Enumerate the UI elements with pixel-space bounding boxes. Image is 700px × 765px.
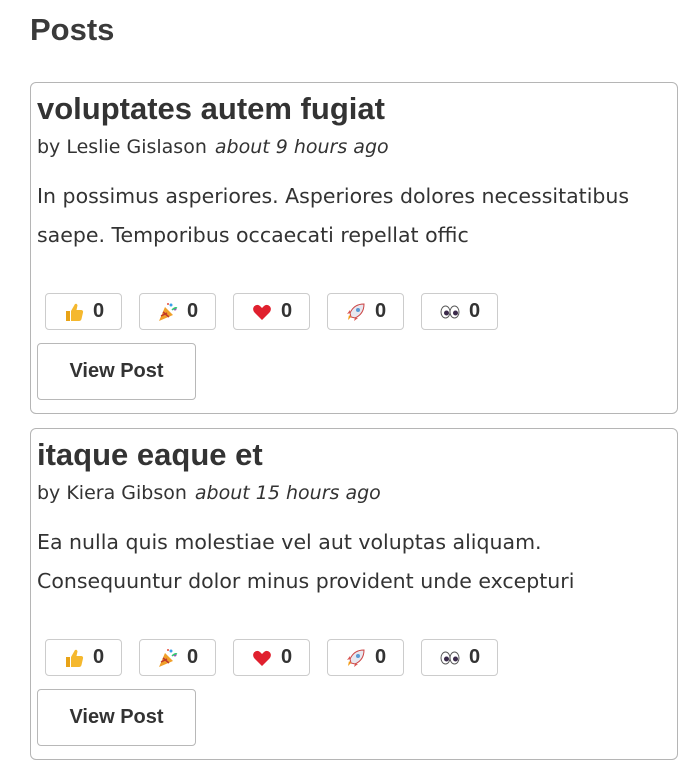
rocket-icon bbox=[345, 647, 367, 669]
post-author: by Kiera Gibson bbox=[37, 482, 187, 504]
heart-icon bbox=[251, 647, 273, 669]
reaction-count: 0 bbox=[468, 646, 481, 668]
reaction-heart-button[interactable]: 0 bbox=[233, 293, 310, 330]
reaction-count: 0 bbox=[280, 646, 293, 668]
reaction-eyes-button[interactable]: 0 bbox=[421, 293, 498, 330]
reaction-party-button[interactable]: 0 bbox=[139, 639, 216, 676]
thumbs-up-icon bbox=[63, 647, 85, 669]
view-post-button[interactable]: View Post bbox=[37, 689, 196, 746]
party-popper-icon bbox=[157, 301, 179, 323]
reaction-count: 0 bbox=[186, 300, 199, 322]
post-meta: by Kiera Gibson about 15 hours ago bbox=[37, 479, 381, 507]
reaction-count: 0 bbox=[374, 646, 387, 668]
thumbs-up-icon bbox=[63, 301, 85, 323]
reaction-count: 0 bbox=[92, 646, 105, 668]
heart-icon bbox=[251, 301, 273, 323]
reaction-thumbs-up-button[interactable]: 0 bbox=[45, 293, 122, 330]
view-post-button[interactable]: View Post bbox=[37, 343, 196, 400]
post-card: itaque eaque et by Kiera Gibson about 15 … bbox=[30, 428, 678, 760]
post-excerpt: In possimus asperiores. Asperiores dolor… bbox=[37, 184, 630, 247]
eyes-icon bbox=[439, 647, 461, 669]
post-card: voluptates autem fugiat by Leslie Gislas… bbox=[30, 82, 678, 414]
reaction-heart-button[interactable]: 0 bbox=[233, 639, 310, 676]
reaction-party-button[interactable]: 0 bbox=[139, 293, 216, 330]
reaction-thumbs-up-button[interactable]: 0 bbox=[45, 639, 122, 676]
rocket-icon bbox=[345, 301, 367, 323]
reaction-eyes-button[interactable]: 0 bbox=[421, 639, 498, 676]
reaction-count: 0 bbox=[92, 300, 105, 322]
eyes-icon bbox=[439, 301, 461, 323]
post-author: by Leslie Gislason bbox=[37, 136, 207, 158]
reaction-rocket-button[interactable]: 0 bbox=[327, 293, 404, 330]
reaction-count: 0 bbox=[186, 646, 199, 668]
reaction-count: 0 bbox=[374, 300, 387, 322]
reaction-rocket-button[interactable]: 0 bbox=[327, 639, 404, 676]
reaction-count: 0 bbox=[280, 300, 293, 322]
reaction-count: 0 bbox=[468, 300, 481, 322]
post-meta: by Leslie Gislason about 9 hours ago bbox=[37, 133, 389, 161]
post-excerpt: Ea nulla quis molestiae vel aut voluptas… bbox=[37, 530, 575, 593]
post-title: itaque eaque et bbox=[37, 437, 263, 472]
post-timestamp: about 15 hours ago bbox=[194, 482, 381, 504]
page-title: Posts bbox=[30, 12, 115, 47]
party-popper-icon bbox=[157, 647, 179, 669]
post-timestamp: about 9 hours ago bbox=[214, 136, 389, 158]
post-title: voluptates autem fugiat bbox=[37, 91, 385, 126]
